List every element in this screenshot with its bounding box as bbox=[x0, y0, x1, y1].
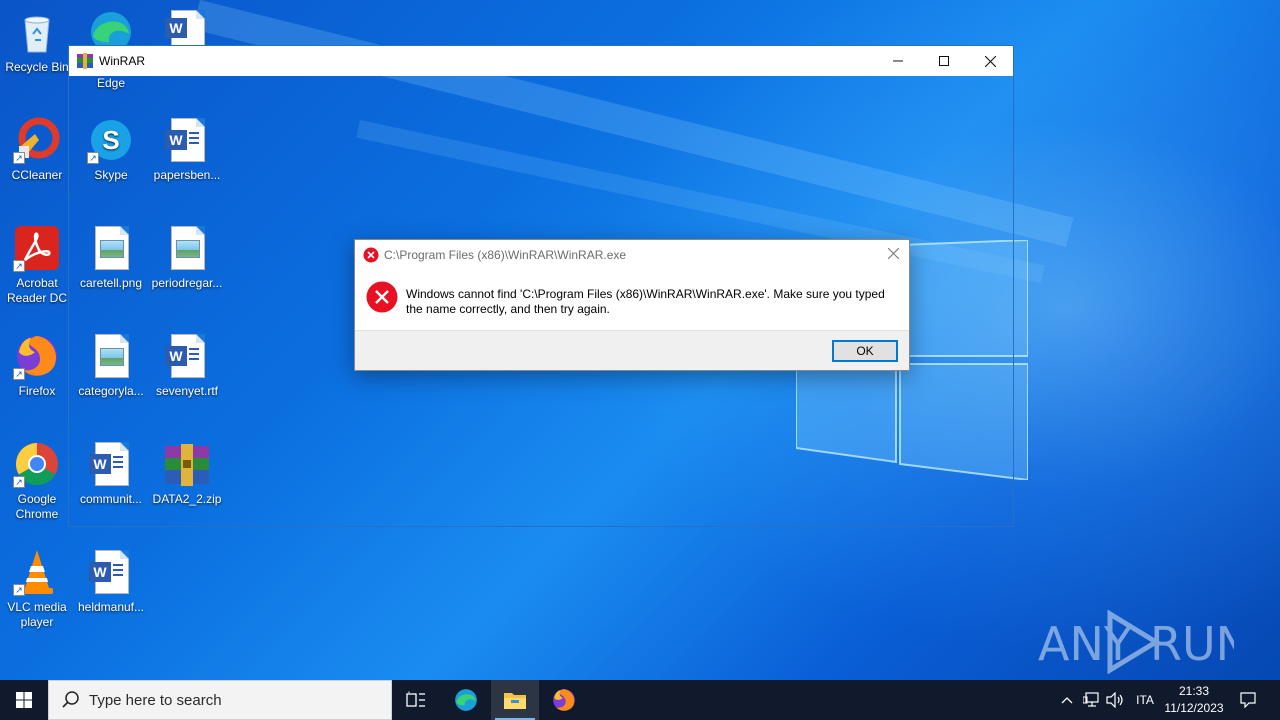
anyrun-logo: ANY RUN bbox=[1038, 609, 1250, 675]
shortcut-arrow-icon: ↗ bbox=[13, 152, 25, 164]
taskbar-file-explorer-button[interactable] bbox=[491, 680, 539, 720]
ok-button[interactable]: OK bbox=[832, 340, 898, 362]
anyrun-watermark: ANY RUN bbox=[1038, 608, 1250, 675]
dialog-close-button[interactable] bbox=[883, 245, 903, 265]
word-document-icon: W bbox=[87, 548, 135, 596]
error-icon bbox=[366, 281, 398, 313]
task-view-icon bbox=[406, 691, 425, 707]
taskbar-firefox-button[interactable] bbox=[540, 680, 588, 720]
desktop-icon-firefox[interactable]: ↗ Firefox bbox=[0, 332, 74, 399]
taskbar-edge-button[interactable] bbox=[442, 680, 490, 720]
desktop-icon-label: heldmanuf... bbox=[77, 600, 145, 614]
show-hidden-icons-button[interactable] bbox=[1056, 680, 1078, 720]
firefox-icon: ↗ bbox=[13, 332, 61, 380]
svg-text:RUN: RUN bbox=[1150, 617, 1234, 671]
desktop-icon-acrobat[interactable]: ↗ Acrobat Reader DC bbox=[0, 224, 74, 306]
acrobat-reader-icon: ↗ bbox=[13, 224, 61, 272]
clock-date: 11/12/2023 bbox=[1164, 701, 1224, 715]
error-message: Windows cannot find 'C:\Program Files (x… bbox=[406, 287, 885, 316]
desktop-icon-label: VLC media player bbox=[7, 600, 67, 629]
desktop-icon-chrome[interactable]: ↗ Google Chrome bbox=[0, 440, 74, 522]
maximize-icon bbox=[939, 56, 949, 66]
dialog-footer: OK bbox=[355, 330, 909, 370]
chrome-icon: ↗ bbox=[13, 440, 61, 488]
desktop-icon-label: Google Chrome bbox=[15, 492, 59, 521]
network-icon bbox=[1083, 692, 1099, 707]
search-icon bbox=[62, 691, 79, 708]
taskbar: ITA 21:33 11/12/2023 bbox=[0, 680, 1280, 720]
shortcut-arrow-icon: ↗ bbox=[13, 260, 25, 272]
dialog-title: C:\Program Files (x86)\WinRAR\WinRAR.exe bbox=[384, 248, 627, 262]
desktop-icon-heldmanuf[interactable]: W heldmanuf... bbox=[74, 548, 148, 615]
minimize-button[interactable] bbox=[875, 46, 921, 76]
notification-icon bbox=[1240, 692, 1256, 708]
taskbar-clock[interactable]: 21:33 11/12/2023 bbox=[1160, 683, 1228, 717]
dialog-titlebar[interactable]: C:\Program Files (x86)\WinRAR\WinRAR.exe bbox=[355, 240, 909, 270]
desktop-icon-label: Recycle Bin bbox=[5, 60, 69, 74]
error-dialog[interactable]: C:\Program Files (x86)\WinRAR\WinRAR.exe… bbox=[354, 239, 910, 371]
recycle-bin-icon bbox=[13, 8, 61, 56]
edge-icon bbox=[455, 689, 477, 711]
desktop-icon-recycle-bin[interactable]: Recycle Bin bbox=[0, 8, 74, 75]
search-input[interactable] bbox=[89, 691, 369, 709]
desktop-icon-label: Acrobat Reader DC bbox=[6, 276, 68, 305]
desktop-icon-label: CCleaner bbox=[11, 168, 63, 182]
folder-icon bbox=[504, 693, 526, 709]
close-icon bbox=[984, 55, 996, 67]
vlc-cone-icon: ↗ bbox=[13, 548, 61, 596]
network-button[interactable] bbox=[1080, 680, 1104, 720]
close-button[interactable] bbox=[967, 46, 1013, 76]
desktop-icon-label: Firefox bbox=[18, 384, 56, 398]
taskbar-search-box[interactable] bbox=[48, 680, 392, 720]
volume-button[interactable] bbox=[1104, 680, 1126, 720]
firefox-icon bbox=[553, 689, 575, 711]
speaker-icon bbox=[1106, 692, 1123, 708]
desktop-icon-ccleaner[interactable]: ↗ CCleaner bbox=[0, 116, 74, 183]
chevron-up-icon bbox=[1061, 697, 1073, 704]
shortcut-arrow-icon: ↗ bbox=[13, 368, 25, 380]
window-title: WinRAR bbox=[99, 54, 146, 68]
shortcut-arrow-icon: ↗ bbox=[13, 584, 25, 596]
windows-start-icon bbox=[16, 692, 32, 708]
error-icon bbox=[363, 247, 379, 263]
action-center-button[interactable] bbox=[1234, 680, 1262, 720]
maximize-button[interactable] bbox=[921, 46, 967, 76]
winrar-titlebar[interactable]: WinRAR bbox=[69, 46, 1013, 76]
minimize-icon bbox=[893, 60, 903, 62]
ccleaner-icon: ↗ bbox=[13, 116, 61, 164]
shortcut-arrow-icon: ↗ bbox=[13, 476, 25, 488]
input-language-indicator[interactable]: ITA bbox=[1132, 680, 1158, 720]
winrar-app-icon bbox=[77, 53, 93, 69]
clock-time: 21:33 bbox=[1178, 684, 1210, 698]
start-button[interactable] bbox=[0, 680, 48, 720]
task-view-button[interactable] bbox=[392, 680, 440, 720]
close-icon bbox=[887, 247, 899, 260]
desktop-icon-vlc[interactable]: ↗ VLC media player bbox=[0, 548, 74, 630]
